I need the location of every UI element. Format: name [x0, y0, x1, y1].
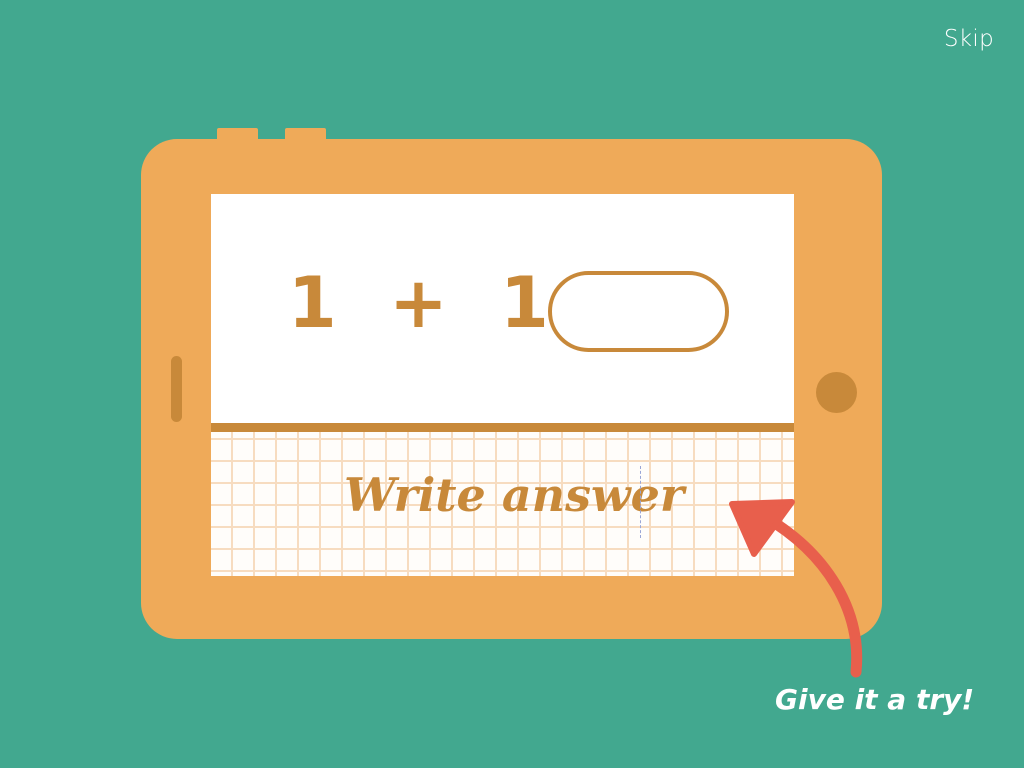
write-answer-hint: Write answer [344, 468, 685, 522]
curved-arrow-icon [729, 499, 863, 678]
tablet-screen: 1 + 1 = Write answer [211, 194, 794, 576]
arrow-shaft [754, 508, 863, 678]
tutorial-screen: Skip 1 + 1 = Write answer Give it a try! [0, 0, 1024, 768]
tablet-side-slot [171, 356, 182, 422]
screen-divider [211, 423, 794, 432]
answer-box [548, 271, 729, 352]
problem-area: 1 + 1 = [211, 194, 794, 423]
skip-button[interactable]: Skip [944, 26, 994, 52]
writing-cursor [640, 466, 641, 538]
home-button-icon [816, 372, 857, 413]
writing-pad[interactable]: Write answer [211, 432, 794, 576]
give-it-a-try-label: Give it a try! [775, 683, 975, 716]
